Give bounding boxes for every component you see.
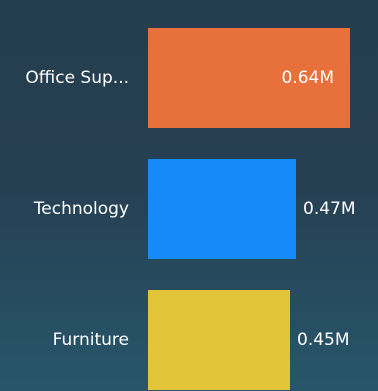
- bar-chart: Office Sup... Technology Furniture 0.64M 0.…: [25, 28, 356, 390]
- category-label-furniture: Furniture: [53, 330, 129, 350]
- value-label-technology: 0.47M: [303, 199, 356, 219]
- category-label-office-sup: Office Sup...: [25, 68, 129, 88]
- category-labels-group: Office Sup... Technology Furniture: [25, 68, 129, 350]
- bar-technology[interactable]: [148, 159, 296, 259]
- category-label-technology: Technology: [33, 199, 129, 219]
- value-label-furniture: 0.45M: [297, 330, 350, 350]
- value-label-office-sup: 0.64M: [281, 68, 334, 88]
- bar-furniture[interactable]: [148, 290, 290, 390]
